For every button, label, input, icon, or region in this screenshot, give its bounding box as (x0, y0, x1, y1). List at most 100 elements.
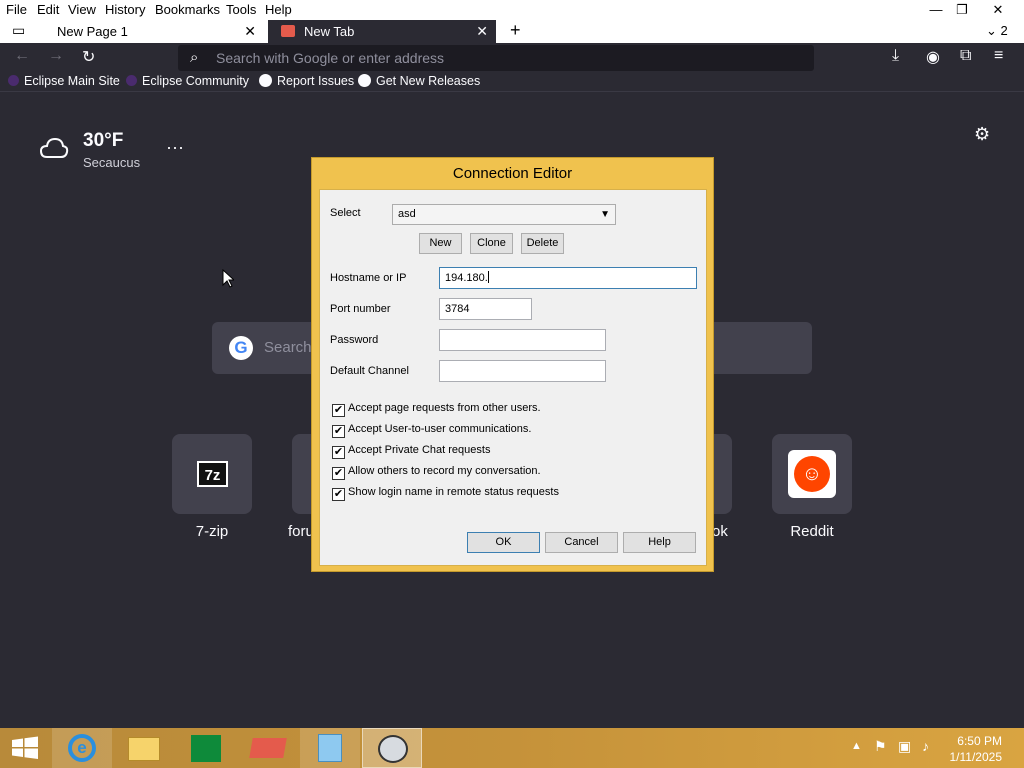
menu-view[interactable]: View (68, 2, 96, 17)
top-site-label: Reddit (790, 523, 834, 540)
top-site-facebook[interactable] (712, 434, 732, 514)
tab-strip: ▭ New Page 1 ✕ New Tab ✕ + ⌄ 2 (0, 20, 1024, 43)
windows-taskbar: e ▲ ⚑ ▣ ♪ 6:50 PM 1/11/2025 (0, 728, 1024, 768)
ntp-search-placeholder: Search (264, 339, 312, 356)
reload-icon[interactable]: ↻ (82, 47, 95, 67)
select-value: asd (398, 208, 416, 220)
eclipse-icon (126, 75, 137, 86)
checkbox-check-icon[interactable]: ✔ (332, 446, 345, 459)
start-button[interactable] (0, 728, 50, 768)
app-taskbar-button[interactable] (300, 728, 360, 768)
new-tab-plus-icon[interactable]: + (510, 20, 521, 41)
connection-editor-dialog: Connection Editor Select asd ▼ New Clone… (311, 157, 714, 572)
show-hidden-icons-chevron-up-icon[interactable]: ▲ (851, 740, 862, 752)
top-site-7zip[interactable]: 7z (172, 434, 252, 514)
extensions-icon[interactable]: ⧉ (960, 47, 971, 65)
internet-explorer-taskbar-button[interactable]: e (52, 728, 112, 768)
new-button[interactable]: New (419, 233, 462, 254)
select-label: Select (330, 207, 361, 219)
delete-button[interactable]: Delete (521, 233, 564, 254)
address-placeholder: Search with Google or enter address (216, 50, 445, 66)
file-explorer-taskbar-button[interactable] (114, 728, 174, 768)
back-arrow-icon[interactable]: ← (14, 47, 30, 65)
tab-overview-icon[interactable]: ▭ (12, 22, 25, 39)
eclipse-icon (8, 75, 19, 86)
close-window-button[interactable]: ✕ (978, 0, 1018, 20)
default-channel-field[interactable] (439, 360, 606, 382)
bookmarks-toolbar: Eclipse Main Site Eclipse Community Repo… (0, 72, 1024, 92)
port-field[interactable]: 3784 (439, 298, 532, 320)
tab-label: New Page 1 (57, 24, 128, 39)
checkbox-check-icon[interactable]: ✔ (332, 404, 345, 417)
mouse-cursor-icon (222, 269, 234, 288)
network-icon[interactable]: ▣ (898, 738, 911, 755)
chevron-down-icon: ▼ (600, 209, 610, 220)
address-bar[interactable]: ⌕ Search with Google or enter address (178, 45, 814, 71)
checkbox-show-login-name[interactable]: ✔ Show login name in remote status reques… (332, 486, 559, 501)
cloud-icon (39, 137, 69, 158)
bookmark-eclipse-main-site[interactable]: Eclipse Main Site (8, 74, 120, 88)
account-icon[interactable]: ◉ (926, 47, 940, 67)
checkbox-check-icon[interactable]: ✔ (332, 425, 345, 438)
clock-date[interactable]: 1/11/2025 (950, 750, 1003, 764)
close-icon[interactable]: ✕ (244, 20, 256, 43)
connection-select[interactable]: asd ▼ (392, 204, 616, 225)
windows-logo-icon (12, 736, 38, 759)
checkbox-allow-recording[interactable]: ✔ Allow others to record my conversation. (332, 465, 541, 480)
store-taskbar-button[interactable] (176, 728, 236, 768)
restore-button[interactable]: ❐ (942, 0, 982, 20)
cancel-button[interactable]: Cancel (545, 532, 618, 553)
help-button[interactable]: Help (623, 532, 696, 553)
menu-edit[interactable]: Edit (37, 2, 59, 17)
internet-explorer-icon: e (68, 734, 96, 762)
clone-button[interactable]: Clone (470, 233, 513, 254)
top-site-label: 7-zip (195, 523, 229, 540)
7zip-icon: 7z (197, 461, 228, 487)
top-site-reddit[interactable]: ☺ (772, 434, 852, 514)
top-site-label: ok (712, 523, 728, 540)
hostname-field[interactable]: 194.180. (439, 267, 697, 289)
menu-bar: File Edit View History Bookmarks Tools H… (0, 0, 1024, 20)
eclipse-favicon-icon (281, 25, 295, 37)
checkbox-accept-private-chat[interactable]: ✔ Accept Private Chat requests (332, 444, 490, 459)
flag-icon[interactable]: ⚑ (874, 738, 887, 755)
forward-arrow-icon[interactable]: → (48, 47, 64, 65)
ok-button[interactable]: OK (467, 532, 540, 553)
navigation-toolbar: ← → ↻ ⌕ Search with Google or enter addr… (0, 43, 1024, 72)
search-icon: ⌕ (190, 49, 199, 66)
bookmark-get-new-releases[interactable]: Get New Releases (358, 74, 480, 88)
volume-icon[interactable]: ♪ (922, 738, 929, 754)
clock-time[interactable]: 6:50 PM (957, 734, 1002, 748)
menu-file[interactable]: File (6, 2, 27, 17)
close-icon[interactable]: ✕ (476, 20, 488, 43)
checkbox-accept-user-comms[interactable]: ✔ Accept User-to-user communications. (332, 423, 531, 438)
connection-app-taskbar-button[interactable] (362, 728, 422, 768)
menu-bookmarks[interactable]: Bookmarks (155, 2, 220, 17)
hostname-label: Hostname or IP (330, 272, 407, 284)
tab-list-chevron-down-icon[interactable]: ⌄ 2 (986, 23, 1008, 39)
bookmark-eclipse-community[interactable]: Eclipse Community (126, 74, 249, 88)
weather-more-options-icon[interactable]: ··· (166, 137, 184, 158)
eclipse-browser-icon (249, 738, 287, 758)
browser-taskbar-button[interactable] (238, 728, 298, 768)
checkbox-check-icon[interactable]: ✔ (332, 467, 345, 480)
checkbox-check-icon[interactable]: ✔ (332, 488, 345, 501)
store-icon (191, 735, 221, 762)
text-caret (487, 271, 489, 283)
menu-hamburger-icon[interactable]: ≡ (994, 47, 1003, 65)
tab-label: New Tab (304, 24, 355, 39)
dialog-title: Connection Editor (452, 165, 573, 182)
download-icon[interactable]: ⤓ (892, 47, 899, 65)
tab-new-page-1[interactable]: New Page 1 ✕ (42, 20, 264, 43)
top-site-label: foru (288, 523, 314, 540)
weather-temperature: 30°F (83, 130, 124, 151)
menu-help[interactable]: Help (265, 2, 292, 17)
checkbox-accept-page-requests[interactable]: ✔ Accept page requests from other users. (332, 402, 541, 417)
gear-icon[interactable]: ⚙ (974, 124, 990, 145)
menu-tools[interactable]: Tools (226, 2, 256, 17)
port-label: Port number (330, 303, 391, 315)
menu-history[interactable]: History (105, 2, 145, 17)
bookmark-report-issues[interactable]: Report Issues (259, 74, 354, 88)
tab-new-tab[interactable]: New Tab ✕ (268, 20, 496, 43)
password-field[interactable] (439, 329, 606, 351)
